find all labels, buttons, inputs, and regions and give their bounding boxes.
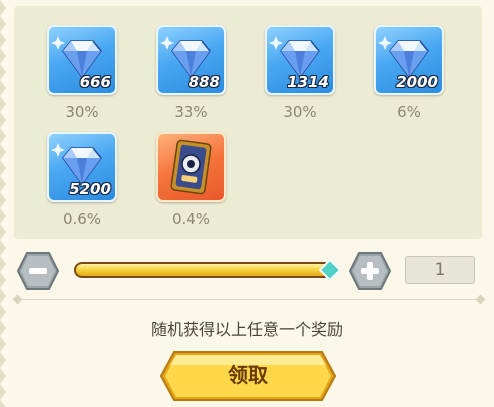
plus-button[interactable] bbox=[348, 251, 392, 291]
claim-button[interactable]: 领取 bbox=[158, 349, 338, 403]
minus-button[interactable] bbox=[16, 251, 60, 291]
reward-probability: 0.6% bbox=[62, 210, 102, 228]
reward-probability: 30% bbox=[283, 103, 317, 121]
slider-fill bbox=[76, 264, 330, 276]
reward-tile[interactable] bbox=[156, 132, 226, 202]
reward-count: 888 bbox=[188, 73, 220, 91]
reward-item[interactable]: 0.4% bbox=[156, 132, 226, 244]
reward-tile[interactable]: 5200 bbox=[47, 132, 117, 202]
reward-probability: 30% bbox=[65, 103, 99, 121]
reward-tile[interactable]: 1314 bbox=[265, 25, 335, 95]
reward-count: 2000 bbox=[396, 73, 438, 91]
reward-probability: 6% bbox=[397, 103, 421, 121]
claim-button-label: 领取 bbox=[228, 363, 268, 387]
reward-count: 1314 bbox=[287, 73, 329, 91]
quantity-field[interactable]: 1 bbox=[405, 256, 475, 284]
reward-count: 5200 bbox=[69, 180, 111, 198]
minus-icon bbox=[29, 268, 47, 274]
slider-handle[interactable] bbox=[319, 259, 341, 281]
reward-item[interactable]: 1314 30% bbox=[265, 25, 335, 137]
reward-item[interactable]: 888 33% bbox=[156, 25, 226, 137]
reward-probability: 33% bbox=[174, 103, 208, 121]
divider bbox=[18, 299, 480, 300]
card-pack-icon bbox=[170, 139, 212, 195]
reward-tile[interactable]: 888 bbox=[156, 25, 226, 95]
reward-probability: 0.4% bbox=[171, 210, 211, 228]
reward-item[interactable]: 666 30% bbox=[47, 25, 117, 137]
quantity-slider[interactable] bbox=[74, 262, 332, 278]
reward-count: 666 bbox=[79, 73, 111, 91]
reward-item[interactable]: 2000 6% bbox=[374, 25, 444, 137]
reward-tile[interactable]: 2000 bbox=[374, 25, 444, 95]
reward-panel: 666 30% 888 33% 1314 30% 2000 6% 5200 0.… bbox=[0, 0, 494, 407]
panel-edge-decoration bbox=[0, 0, 6, 407]
reward-description: 随机获得以上任意一个奖励 bbox=[150, 320, 343, 339]
reward-tile[interactable]: 666 bbox=[47, 25, 117, 95]
reward-item[interactable]: 5200 0.6% bbox=[47, 132, 117, 244]
